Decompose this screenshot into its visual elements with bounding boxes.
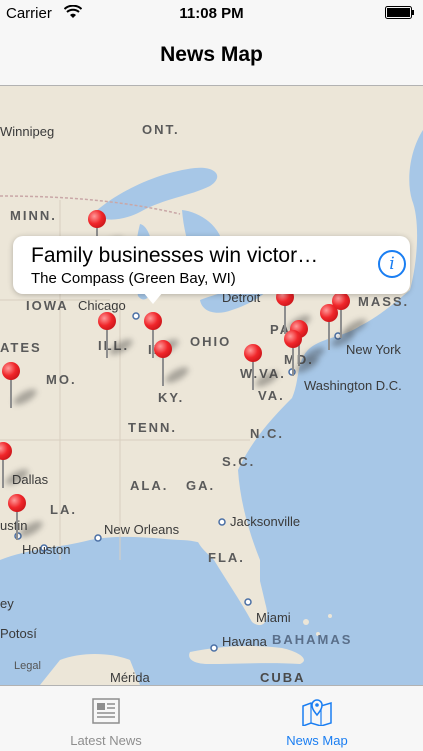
news-pin[interactable] bbox=[284, 330, 321, 376]
tab-bar: Latest News News Map bbox=[0, 685, 423, 750]
region-label-minn: MINN. bbox=[10, 208, 57, 223]
tab-label: News Map bbox=[286, 733, 348, 748]
city-label-merida: Mérida bbox=[110, 670, 150, 685]
news-pin[interactable] bbox=[332, 292, 369, 338]
info-icon[interactable]: i bbox=[378, 250, 406, 278]
region-label-ala: ALA. bbox=[130, 478, 169, 493]
news-pin[interactable] bbox=[0, 442, 31, 488]
tab-news-map[interactable]: News Map bbox=[211, 686, 423, 751]
callout-tail bbox=[143, 292, 163, 304]
news-pin[interactable] bbox=[2, 362, 39, 408]
city-label-new-york: New York bbox=[346, 342, 401, 357]
region-label-sc: S.C. bbox=[222, 454, 256, 469]
city-label-jacksonville: Jacksonville bbox=[230, 514, 301, 529]
city-label-houston: Houston bbox=[22, 542, 71, 557]
news-pin[interactable] bbox=[98, 312, 135, 358]
region-label-states: ATES bbox=[0, 340, 42, 355]
tab-latest-news[interactable]: Latest News bbox=[0, 686, 212, 751]
navigation-bar: News Map bbox=[0, 26, 423, 86]
news-map[interactable]: ONT. MINN. IOWA ILL. IN OHIO PA. MASS. M… bbox=[0, 86, 423, 685]
region-label-ont: ONT. bbox=[142, 122, 180, 137]
callout-subtitle: The Compass (Green Bay, WI) bbox=[31, 270, 236, 287]
tab-label: Latest News bbox=[70, 733, 142, 748]
pin-callout[interactable]: Family businesses win victor… The Compas… bbox=[13, 236, 410, 304]
region-label-la: LA. bbox=[50, 502, 77, 517]
city-label-potosi: Potosí bbox=[0, 626, 37, 641]
city-label-miami: Miami bbox=[256, 610, 291, 625]
region-label-fla: FLA. bbox=[208, 550, 245, 565]
legal-link[interactable]: Legal bbox=[14, 660, 41, 672]
news-pin[interactable] bbox=[244, 344, 281, 390]
page-title: News Map bbox=[160, 43, 263, 66]
region-label-mass: MASS. bbox=[358, 294, 410, 309]
region-label-mo: MO. bbox=[46, 372, 77, 387]
city-label-havana: Havana bbox=[222, 634, 267, 649]
city-label-washington: Washington D.C. bbox=[304, 378, 402, 393]
city-label-fragment: ey bbox=[0, 596, 14, 611]
newspaper-icon bbox=[92, 698, 120, 724]
region-label-ohio: OHIO bbox=[190, 334, 232, 349]
label-bahamas: BAHAMAS bbox=[272, 632, 353, 647]
callout-title: Family businesses win victor… bbox=[31, 244, 319, 267]
region-label-va: VA. bbox=[258, 388, 285, 403]
label-cuba: CUBA bbox=[260, 670, 306, 685]
region-label-ky: KY. bbox=[158, 390, 185, 405]
region-label-tenn: TENN. bbox=[128, 420, 177, 435]
city-label-chicago: Chicago bbox=[78, 298, 126, 313]
news-pin[interactable] bbox=[154, 340, 191, 386]
region-label-nc: N.C. bbox=[250, 426, 284, 441]
city-label-winnipeg: Winnipeg bbox=[0, 124, 55, 139]
status-bar: Carrier 11:08 PM bbox=[0, 0, 423, 26]
map-pin-icon bbox=[302, 699, 332, 726]
status-time: 11:08 PM bbox=[179, 5, 244, 22]
region-label-iowa: IOWA bbox=[26, 298, 69, 313]
city-label-new-orleans: New Orleans bbox=[104, 522, 180, 537]
region-label-ga: GA. bbox=[186, 478, 216, 493]
news-pin[interactable] bbox=[8, 494, 45, 540]
battery-icon bbox=[385, 6, 414, 19]
